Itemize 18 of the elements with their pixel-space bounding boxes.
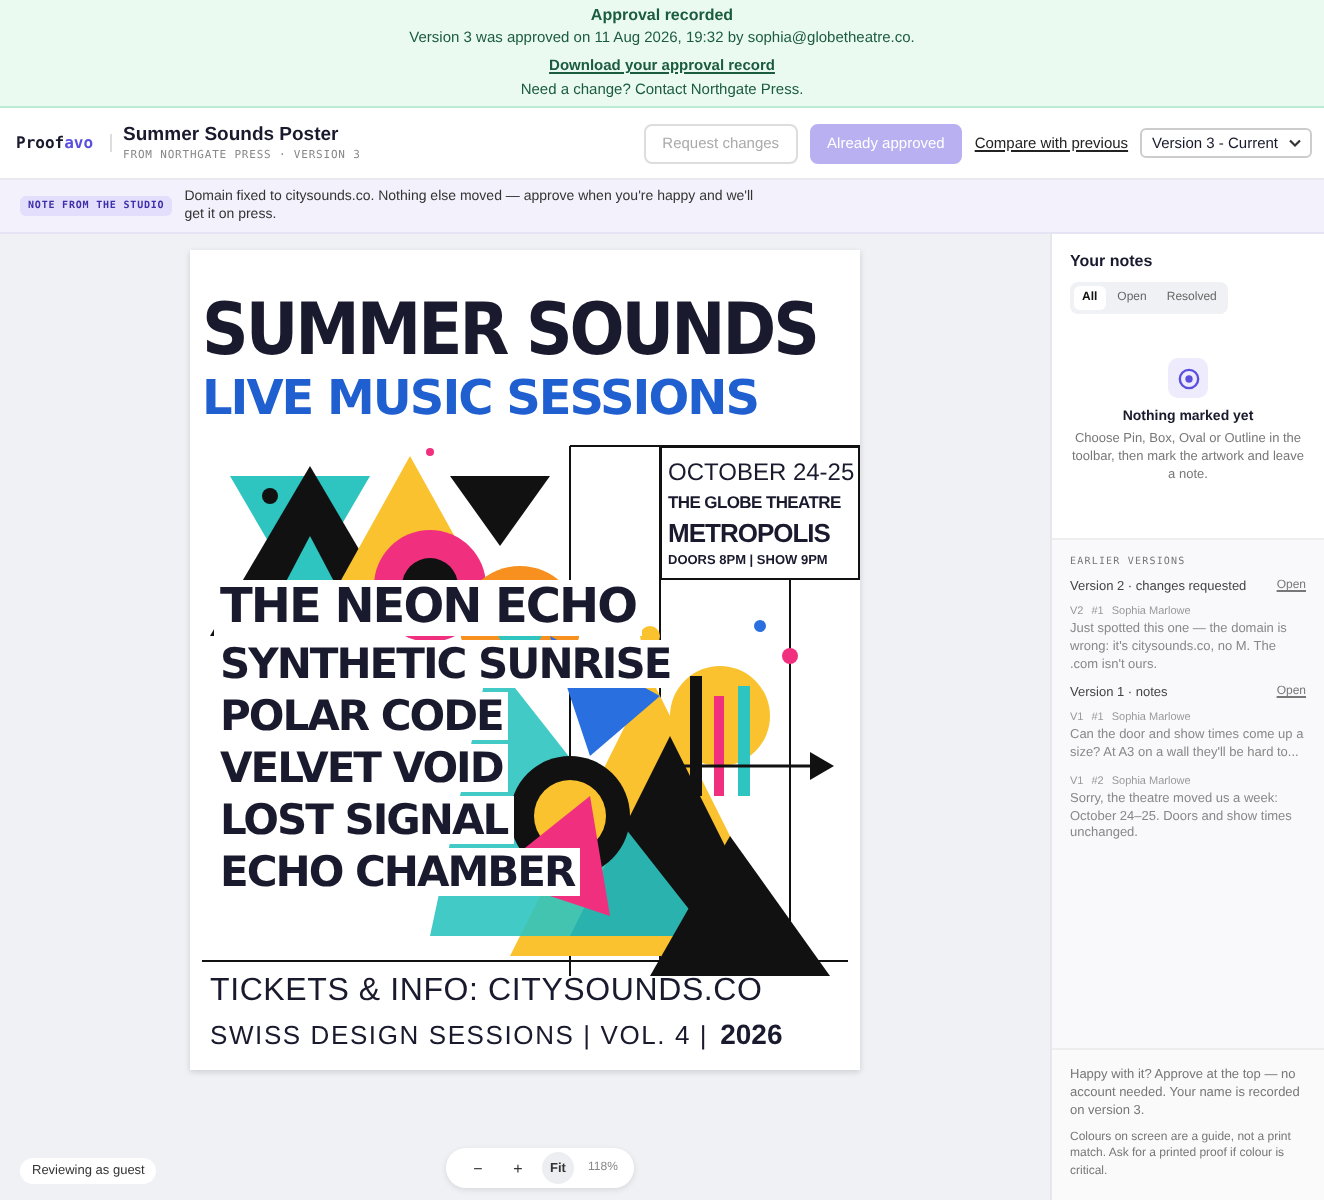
- event-date: OCTOBER 24-25: [668, 457, 852, 486]
- document-title: Summer Sounds Poster: [123, 124, 341, 146]
- caret-icon: [1288, 138, 1302, 148]
- banner-title: Approval recorded: [590, 6, 734, 24]
- tickets-info: TICKETS & INFO: CITYSOUNDS.CO: [210, 974, 765, 1010]
- notes-title: Your notes: [1070, 252, 1155, 270]
- band-name: THE NEON ECHO: [214, 579, 643, 636]
- zoom-button[interactable]: −: [462, 1152, 494, 1184]
- band-name: VELVET VOID: [214, 743, 509, 792]
- event-city: METROPOLIS: [668, 517, 832, 548]
- logo: Proofavo: [16, 134, 112, 152]
- series-info: SWISS DESIGN SESSIONS | VOL. 4 |: [210, 1020, 709, 1050]
- poster-year: 2026: [720, 1018, 783, 1050]
- poster-subtitle: LIVE MUSIC SESSIONS: [202, 372, 760, 428]
- zoom-button[interactable]: +: [502, 1152, 534, 1184]
- poster-title: SUMMER SOUNDS: [202, 290, 817, 373]
- target-icon: [1168, 358, 1208, 398]
- event-venue: THE GLOBE THEATRE: [668, 491, 843, 512]
